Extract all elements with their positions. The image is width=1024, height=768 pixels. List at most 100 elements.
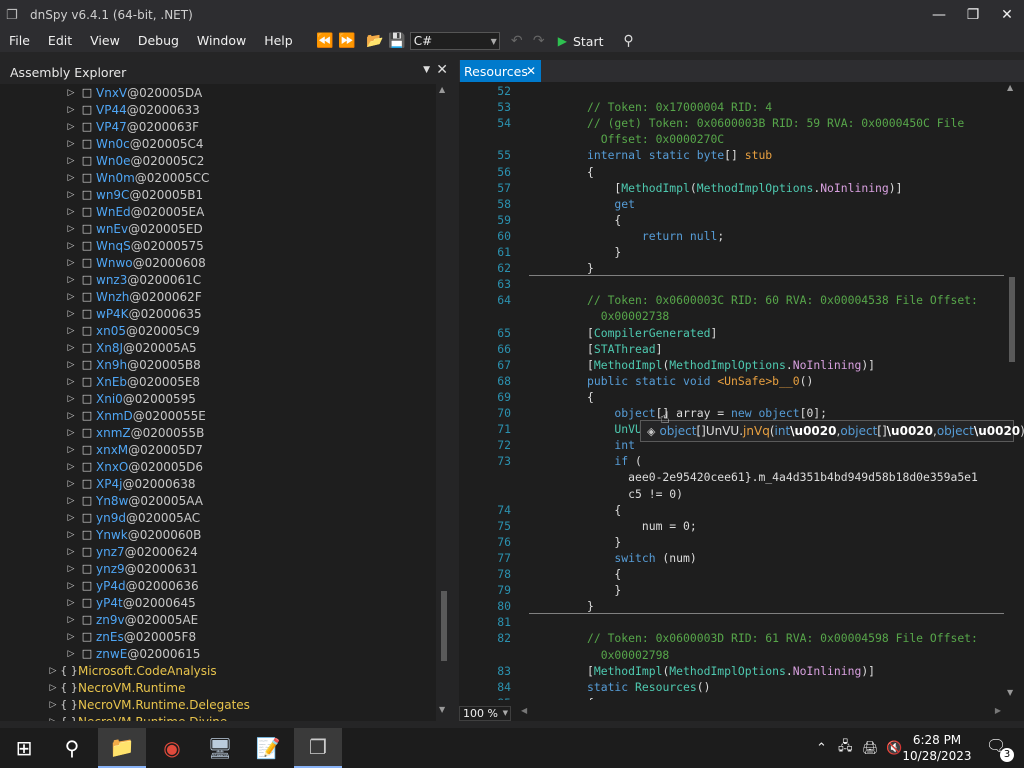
tree-item-type[interactable]: ▷ □ wnz3 @0200061C (64, 271, 202, 288)
menu-window[interactable]: Window (188, 30, 255, 52)
search-icon[interactable]: ⚲ (48, 728, 96, 768)
tree-item-type[interactable]: ▷ □ Wn0e @020005C2 (64, 152, 205, 169)
expand-arrow-icon[interactable]: ▷ (64, 190, 78, 200)
tree-item-type[interactable]: ▷ □ xnxM @020005D7 (64, 441, 203, 458)
expand-arrow-icon[interactable]: ▷ (64, 207, 78, 217)
tree-item-type[interactable]: ▷ □ VnxV @020005DA (64, 84, 203, 101)
search-icon[interactable]: ⚲ (618, 33, 640, 49)
expand-arrow-icon[interactable]: ▷ (64, 547, 78, 557)
volume-icon[interactable]: 🔇 (886, 728, 902, 768)
scroll-up-icon[interactable]: ▲ (439, 85, 445, 94)
horizontal-scrollbar[interactable]: ◀ ▶ (521, 706, 1001, 716)
scroll-right-icon[interactable]: ▶ (995, 706, 1001, 715)
explorer-scrollbar[interactable]: ▲ ▼ (438, 84, 450, 714)
open-folder-icon[interactable]: 📂 (364, 33, 386, 49)
expand-arrow-icon[interactable]: ▷ (64, 258, 78, 268)
tree-item-type[interactable]: ▷ □ WnEd @020005EA (64, 203, 205, 220)
expand-arrow-icon[interactable]: ▷ (64, 615, 78, 625)
expand-arrow-icon[interactable]: ▷ (64, 326, 78, 336)
tree-item-type[interactable]: ▷ □ XP4j @02000638 (64, 475, 196, 492)
expand-arrow-icon[interactable]: ▷ (64, 479, 78, 489)
expand-arrow-icon[interactable]: ▷ (64, 88, 78, 98)
scroll-up-icon[interactable]: ▲ (1007, 83, 1013, 92)
tree-item-type[interactable]: ▷ □ ynz7 @02000624 (64, 543, 198, 560)
expand-arrow-icon[interactable]: ▷ (46, 666, 60, 676)
save-icon[interactable]: 💾 (386, 33, 408, 49)
expand-arrow-icon[interactable]: ▷ (46, 683, 60, 693)
expand-arrow-icon[interactable]: ▷ (64, 173, 78, 183)
maximize-button[interactable]: ❐ (956, 0, 990, 30)
tree-item-type[interactable]: ▷ □ xn05 @020005C9 (64, 322, 200, 339)
network-icon[interactable]: 🖧 (838, 728, 853, 768)
menu-help[interactable]: Help (255, 30, 302, 52)
explorer-scroll-thumb[interactable] (441, 590, 447, 661)
explorer-close-icon[interactable]: ✕ (436, 62, 448, 78)
scroll-left-icon[interactable]: ◀ (521, 706, 527, 715)
explorer-menu-icon[interactable]: ▼ (423, 65, 430, 75)
tree-item-type[interactable]: ▷ □ wn9C @020005B1 (64, 186, 204, 203)
tree-item-type[interactable]: ▷ □ Xn9h @020005B8 (64, 356, 201, 373)
scroll-down-icon[interactable]: ▼ (1007, 688, 1013, 697)
expand-arrow-icon[interactable]: ▷ (64, 598, 78, 608)
code-view[interactable]: 52 53 // Token: 0x17000004 RID: 4 54 // (get… (459, 82, 1004, 700)
tree-item-type[interactable]: ▷ □ xnmZ @0200055B (64, 424, 205, 441)
expand-arrow-icon[interactable]: ▷ (64, 394, 78, 404)
tree-item-type[interactable]: ▷ □ Wn0m @020005CC (64, 169, 210, 186)
tree-item-type[interactable]: ▷ □ XnxO @020005D6 (64, 458, 204, 475)
expand-arrow-icon[interactable]: ▷ (64, 581, 78, 591)
tree-item-type[interactable]: ▷ □ WnqS @02000575 (64, 237, 204, 254)
tree-item-type[interactable]: ▷ □ znwE @02000615 (64, 645, 201, 662)
dnspy-taskbar-icon[interactable]: ❐ (294, 728, 342, 768)
tab-resources[interactable]: Resources ✕ (460, 60, 541, 82)
editor-scrollbar[interactable]: ▲ ▼ (1006, 82, 1018, 700)
expand-arrow-icon[interactable]: ▷ (64, 377, 78, 387)
expand-arrow-icon[interactable]: ▷ (64, 122, 78, 132)
tree-item-type[interactable]: ▷ □ VP47 @0200063F (64, 118, 200, 135)
tree-item-namespace[interactable]: ▷{ } Microsoft.CodeAnalysis (46, 662, 217, 679)
tree-item-type[interactable]: ▷ □ yP4t @02000645 (64, 594, 196, 611)
expand-arrow-icon[interactable]: ▷ (64, 462, 78, 472)
windows-start-icon[interactable]: ⊞ (0, 728, 48, 768)
tree-item-type[interactable]: ▷ □ znEs @020005F8 (64, 628, 197, 645)
expand-arrow-icon[interactable]: ▷ (64, 445, 78, 455)
start-button[interactable]: ▶ Start (558, 34, 604, 49)
expand-arrow-icon[interactable]: ▷ (64, 224, 78, 234)
expand-arrow-icon[interactable]: ▷ (64, 275, 78, 285)
tree-item-namespace[interactable]: ▷{ }NecroVM.Runtime.Divine (46, 713, 228, 722)
tree-item-type[interactable]: ▷ □ Ynwk @0200060B (64, 526, 202, 543)
tree-item-type[interactable]: ▷ □ XnmD @0200055E (64, 407, 206, 424)
chrome-icon[interactable]: ◉ (148, 728, 196, 768)
expand-arrow-icon[interactable]: ▷ (64, 139, 78, 149)
menu-file[interactable]: File (0, 30, 39, 52)
tree-item-type[interactable]: ▷ □ wP4K @02000635 (64, 305, 202, 322)
tree-item-type[interactable]: ▷ □ ynz9 @02000631 (64, 560, 198, 577)
tray-chevron-icon[interactable]: ⌃ (816, 728, 827, 768)
menu-debug[interactable]: Debug (129, 30, 188, 52)
notification-center-icon[interactable]: 🗨 3 (986, 736, 1014, 762)
tree-item-namespace[interactable]: ▷{ } NecroVM.Runtime.Delegates (46, 696, 250, 713)
expand-arrow-icon[interactable]: ▷ (64, 241, 78, 251)
clock[interactable]: 6:28 PM 10/28/2023 (902, 732, 972, 764)
expand-arrow-icon[interactable]: ▷ (64, 564, 78, 574)
tree-item-type[interactable]: ▷ □ Wnwo @02000608 (64, 254, 206, 271)
tree-item-type[interactable]: ▷ □ Xni0 @02000595 (64, 390, 196, 407)
menu-edit[interactable]: Edit (39, 30, 81, 52)
expand-arrow-icon[interactable]: ▷ (64, 309, 78, 319)
menu-view[interactable]: View (81, 30, 129, 52)
tree-item-type[interactable]: ▷ □ Xn8J @020005A5 (64, 339, 197, 356)
expand-arrow-icon[interactable]: ▷ (64, 530, 78, 540)
undo-icon[interactable]: ↶ (506, 33, 528, 49)
tab-close-icon[interactable]: ✕ (526, 64, 536, 78)
expand-arrow-icon[interactable]: ▷ (64, 649, 78, 659)
expand-arrow-icon[interactable]: ▷ (64, 496, 78, 506)
expand-arrow-icon[interactable]: ▷ (46, 717, 60, 722)
tree-item-type[interactable]: ▷ □ XnEb @020005E8 (64, 373, 201, 390)
tree-item-type[interactable]: ▷ □ yP4d @02000636 (64, 577, 199, 594)
file-explorer-icon[interactable]: 📁 (98, 728, 146, 768)
display-icon[interactable]: 🖨 (862, 728, 879, 768)
tree-item-type[interactable]: ▷ □ wnEv @020005ED (64, 220, 203, 237)
expand-arrow-icon[interactable]: ▷ (64, 411, 78, 421)
back-icon[interactable]: ⏪ (314, 33, 336, 49)
editor-scroll-thumb[interactable] (1009, 277, 1015, 362)
expand-arrow-icon[interactable]: ▷ (64, 513, 78, 523)
